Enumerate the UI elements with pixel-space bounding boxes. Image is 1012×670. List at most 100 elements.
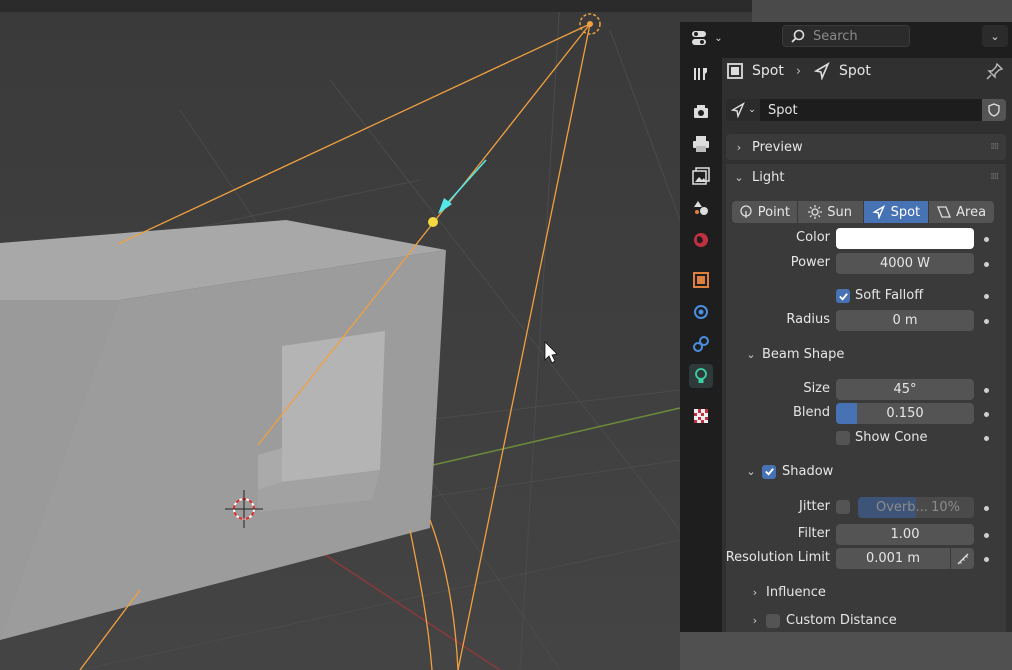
physics-icon (694, 305, 708, 319)
beam-shape-subpanel-header[interactable]: ⌄ Beam Shape (746, 347, 844, 362)
light-handle[interactable] (428, 217, 438, 227)
influence-subpanel-header[interactable]: › Influence (750, 585, 826, 600)
keyframe-dot-icon[interactable] (984, 412, 989, 417)
chevron-down-icon: ⌄ (746, 465, 756, 478)
wrench-screwdriver-icon (694, 68, 707, 80)
power-field[interactable]: 4000 W (836, 253, 974, 274)
spot-blend-slider[interactable]: 0.150 (836, 403, 974, 424)
texture-tab[interactable] (689, 404, 713, 428)
datablock-browse-button[interactable]: ⌄ (726, 99, 760, 121)
keyframe-dot-icon[interactable] (984, 237, 989, 242)
constraints-tab[interactable] (689, 332, 713, 356)
output-tab[interactable] (689, 132, 713, 156)
scene-icon (694, 201, 708, 215)
area-divider (752, 0, 1012, 22)
shadow-subpanel-header[interactable]: ⌄ Shadow (746, 464, 833, 479)
editor-type-button[interactable]: ⌄ (688, 26, 726, 50)
light-type-area[interactable]: Area (929, 201, 994, 223)
resolution-limit-label: Resolution Limit (725, 550, 830, 565)
drag-grip-icon[interactable]: ⁞⁞⁞⁞ (991, 172, 1000, 182)
physics-tab[interactable] (689, 300, 713, 324)
soft-falloff-checkbox[interactable] (836, 289, 850, 303)
color-swatch[interactable] (836, 228, 974, 249)
jitter-overblur-slider[interactable]: Overb... 10% (858, 497, 974, 518)
chevron-down-icon: ⌄ (748, 105, 756, 115)
resolution-limit-field[interactable]: 0.001 m (836, 548, 950, 569)
keyframe-dot-icon[interactable] (984, 294, 989, 299)
breadcrumb-object[interactable]: Spot (752, 63, 784, 79)
search-input[interactable]: Search (782, 25, 910, 47)
color-label: Color (796, 230, 830, 245)
object-square-icon (727, 63, 743, 79)
radius-field[interactable]: 0 m (836, 310, 974, 331)
keyframe-dot-icon[interactable] (984, 436, 989, 441)
fake-user-button[interactable] (982, 99, 1006, 121)
render-tab[interactable] (689, 100, 713, 124)
constraint-icon (693, 336, 709, 352)
preview-panel-label: Preview (752, 139, 803, 155)
filter-label: Filter (797, 526, 830, 541)
keyframe-dot-icon[interactable] (984, 557, 989, 562)
power-label: Power (790, 255, 830, 270)
scene-tab[interactable] (689, 196, 713, 220)
properties-editor-icon (692, 31, 707, 45)
camera-back-icon (694, 105, 708, 118)
lightbulb-icon (695, 368, 707, 383)
properties-header: ⌄ Search ⌄ (680, 22, 1012, 58)
search-placeholder: Search (813, 28, 858, 44)
keyframe-dot-icon[interactable] (984, 533, 989, 538)
blend-label: Blend (792, 405, 830, 420)
radius-label: Radius (786, 312, 830, 327)
drag-grip-icon[interactable]: ⁞⁞⁞⁞ (991, 142, 1000, 152)
light-panel-header[interactable]: ⌄ Light ⁞⁞⁞⁞ (726, 164, 1006, 190)
shield-icon (988, 103, 1000, 117)
spot-size-field[interactable]: 45° (836, 379, 974, 400)
spot-light-icon (871, 205, 885, 219)
light-type-point-label: Point (757, 204, 791, 220)
light-type-spot[interactable]: Spot (863, 201, 930, 223)
chevron-down-icon: ⌄ (734, 170, 744, 184)
world-tab[interactable] (689, 228, 713, 252)
keyframe-dot-icon[interactable] (984, 506, 989, 511)
chevron-right-icon: › (752, 614, 758, 627)
light-type-point[interactable]: Point (732, 201, 798, 223)
options-dropdown[interactable]: ⌄ (982, 25, 1008, 47)
properties-editor: ⌄ Search ⌄ Spot › Spot ⌄ Spot › Preview … (680, 22, 1012, 632)
keyframe-dot-icon[interactable] (984, 319, 989, 324)
object-tab[interactable] (689, 268, 713, 292)
image-stack-icon (692, 167, 710, 185)
show-cone-label: Show Cone (855, 430, 928, 445)
light-type-sun-label: Sun (827, 204, 852, 220)
view-layer-tab[interactable] (689, 164, 713, 188)
search-icon (791, 29, 805, 43)
light-type-sun[interactable]: Sun (797, 201, 864, 223)
chevron-down-icon: ⌄ (746, 348, 756, 361)
beam-shape-label: Beam Shape (762, 347, 845, 362)
pin-icon[interactable] (986, 62, 1004, 80)
shadow-enable-checkbox[interactable] (762, 464, 776, 479)
jitter-checkbox[interactable] (836, 500, 850, 514)
eyedropper-button[interactable] (951, 548, 974, 569)
checkmark-icon (764, 468, 774, 476)
properties-content: Spot › Spot ⌄ Spot › Preview ⁞⁞⁞⁞ ⌄ Ligh… (722, 58, 1012, 632)
viewport-header (0, 0, 752, 12)
datablock-name-field[interactable]: Spot (760, 99, 982, 121)
preview-panel-header[interactable]: › Preview ⁞⁞⁞⁞ (726, 134, 1006, 160)
tool-tab[interactable] (689, 62, 713, 86)
light-type-spot-label: Spot (890, 204, 921, 220)
custom-distance-subpanel-header[interactable]: › Custom Distance (750, 613, 897, 628)
filter-field[interactable]: 1.00 (836, 524, 974, 545)
chevron-down-icon: ⌄ (990, 29, 1000, 43)
breadcrumb-data[interactable]: Spot (839, 63, 871, 79)
keyframe-dot-icon[interactable] (984, 388, 989, 393)
point-light-icon (740, 205, 752, 218)
custom-distance-checkbox[interactable] (766, 613, 780, 628)
object-data-tab[interactable] (689, 364, 713, 388)
soft-falloff-label: Soft Falloff (855, 288, 924, 303)
keyframe-dot-icon[interactable] (984, 262, 989, 267)
checkmark-icon (838, 292, 848, 301)
chevron-down-icon: ⌄ (714, 32, 723, 44)
show-cone-checkbox[interactable] (836, 431, 850, 445)
chevron-right-icon: › (752, 586, 758, 599)
shadow-label: Shadow (782, 464, 834, 479)
